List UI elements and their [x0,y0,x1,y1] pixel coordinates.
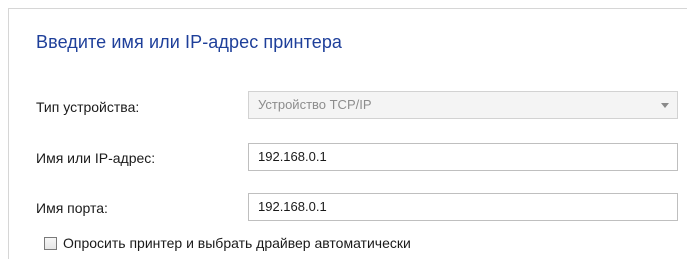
host-label: Имя или IP-адрес: [36,150,156,166]
host-input[interactable]: 192.168.0.1 [248,143,678,171]
port-label: Имя порта: [36,200,108,216]
device-type-label: Тип устройства: [36,99,140,115]
auto-query-checkbox[interactable] [44,236,57,250]
device-type-value: Устройство TCP/IP [258,97,372,112]
device-type-select[interactable]: Устройство TCP/IP [248,91,678,119]
page-title: Введите имя или IP-адрес принтера [36,32,343,52]
auto-query-label[interactable]: Опросить принтер и выбрать драйвер автом… [63,235,411,251]
chevron-down-icon[interactable] [661,103,669,108]
auto-query-option[interactable]: Опросить принтер и выбрать драйвер автом… [44,235,411,251]
port-input[interactable]: 192.168.0.1 [248,193,678,221]
